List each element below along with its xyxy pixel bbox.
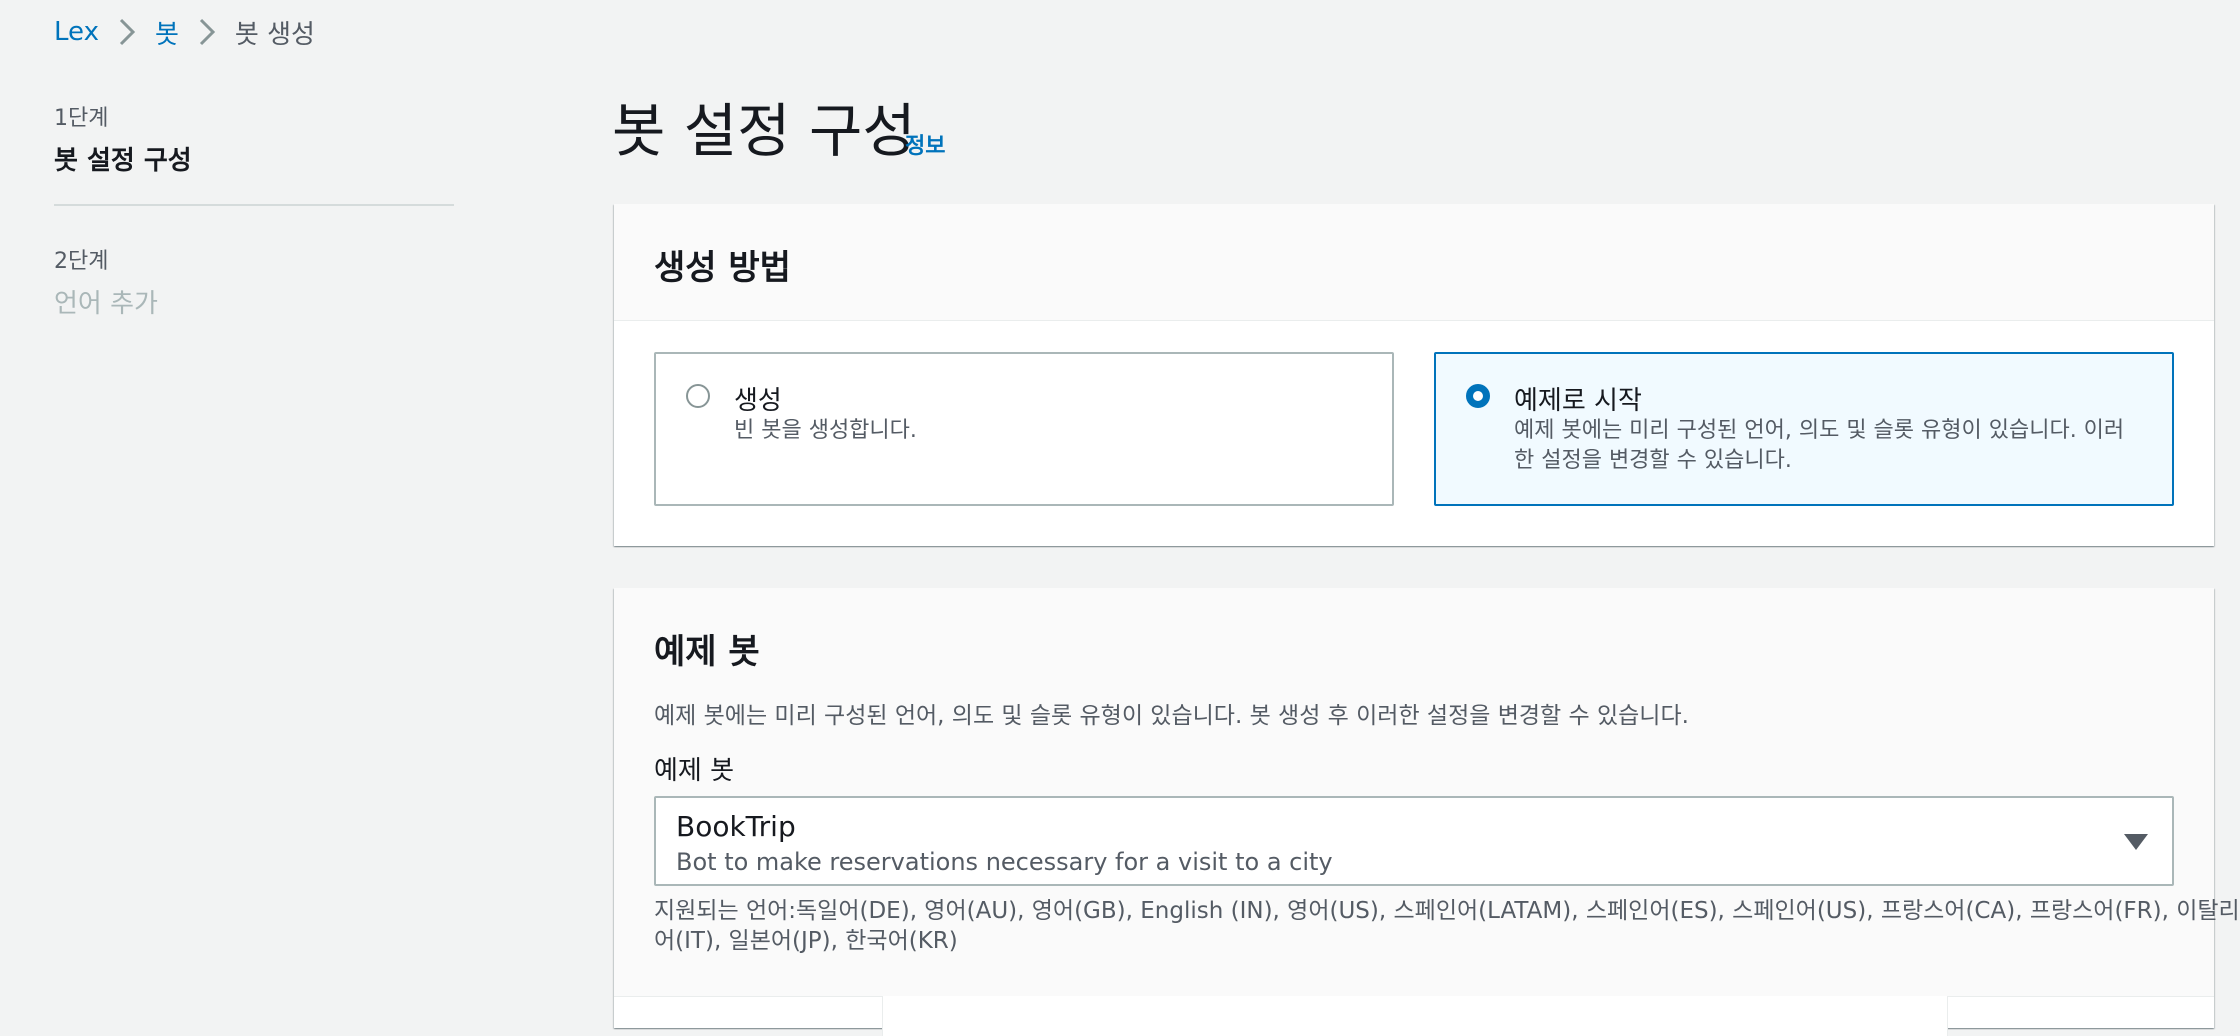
supported-languages-line1: 지원되는 언어:독일어(DE), 영어(AU), 영어(GB), English…	[654, 898, 2240, 924]
breadcrumb-bots-link[interactable]: 봇	[155, 14, 179, 51]
start-with-example-radio[interactable]	[1466, 384, 1490, 408]
panel-footer-area	[882, 996, 1948, 1036]
step-2-label: 2단계	[54, 249, 109, 274]
create-blank-radio[interactable]	[686, 384, 710, 408]
step-2-title: 언어 추가	[54, 289, 158, 319]
example-bot-selected-description: Bot to make reservations necessary for a…	[676, 848, 1333, 876]
supported-languages-line2: 어(IT), 일본어(JP), 한국어(KR)	[654, 928, 958, 954]
creation-method-panel: 생성 방법 생성 빈 봇을 생성합니다. 예제로 시작 예제 봇에는 미리 구성…	[614, 204, 2214, 546]
example-bot-selected-value: BookTrip	[676, 810, 796, 843]
example-bot-field-label: 예제 봇	[654, 756, 735, 786]
step-1-label: 1단계	[54, 106, 109, 131]
start-with-example-desc-line1: 예제 봇에는 미리 구성된 언어, 의도 및 슬롯 유형이 있습니다. 이러	[1514, 418, 2125, 443]
example-bot-header: 예제 봇 예제 봇에는 미리 구성된 언어, 의도 및 슬롯 유형이 있습니다.…	[614, 588, 2240, 997]
example-bot-description: 예제 봇에는 미리 구성된 언어, 의도 및 슬롯 유형이 있습니다. 봇 생성…	[654, 703, 1689, 729]
start-with-example-desc-line2: 한 설정을 변경할 수 있습니다.	[1514, 448, 1792, 473]
create-blank-title: 생성	[734, 386, 782, 416]
example-bot-select[interactable]: BookTrip Bot to make reservations necess…	[654, 796, 2174, 886]
breadcrumb: Lex 봇 봇 생성	[54, 14, 315, 50]
supported-languages: 지원되는 언어:독일어(DE), 영어(AU), 영어(GB), English…	[654, 896, 2240, 956]
wizard-step-1[interactable]: 1단계 봇 설정 구성	[54, 100, 192, 177]
step-divider	[54, 204, 454, 206]
example-bot-panel: 예제 봇 예제 봇에는 미리 구성된 언어, 의도 및 슬롯 유형이 있습니다.…	[614, 588, 2240, 1036]
wizard-step-2: 2단계 언어 추가	[54, 243, 158, 320]
caret-down-icon[interactable]	[2124, 834, 2148, 850]
info-link[interactable]: 정보	[905, 128, 945, 160]
step-1-title: 봇 설정 구성	[54, 146, 192, 176]
create-blank-option[interactable]: 생성 빈 봇을 생성합니다.	[654, 352, 1394, 506]
start-with-example-option[interactable]: 예제로 시작 예제 봇에는 미리 구성된 언어, 의도 및 슬롯 유형이 있습니…	[1434, 352, 2174, 506]
breadcrumb-current: 봇 생성	[234, 19, 315, 50]
example-bot-title: 예제 봇	[654, 632, 760, 672]
creation-method-title: 생성 방법	[654, 248, 791, 288]
create-blank-description: 빈 봇을 생성합니다.	[734, 418, 917, 443]
creation-method-header: 생성 방법	[614, 204, 2214, 321]
start-with-example-title: 예제로 시작	[1514, 386, 1642, 416]
start-with-example-description: 예제 봇에는 미리 구성된 언어, 의도 및 슬롯 유형이 있습니다. 이러 한…	[1514, 416, 2124, 476]
page-title: 봇 설정 구성	[612, 97, 916, 165]
chevron-right-icon	[107, 14, 147, 50]
chevron-right-icon	[187, 14, 227, 50]
breadcrumb-lex-link[interactable]: Lex	[54, 17, 99, 47]
